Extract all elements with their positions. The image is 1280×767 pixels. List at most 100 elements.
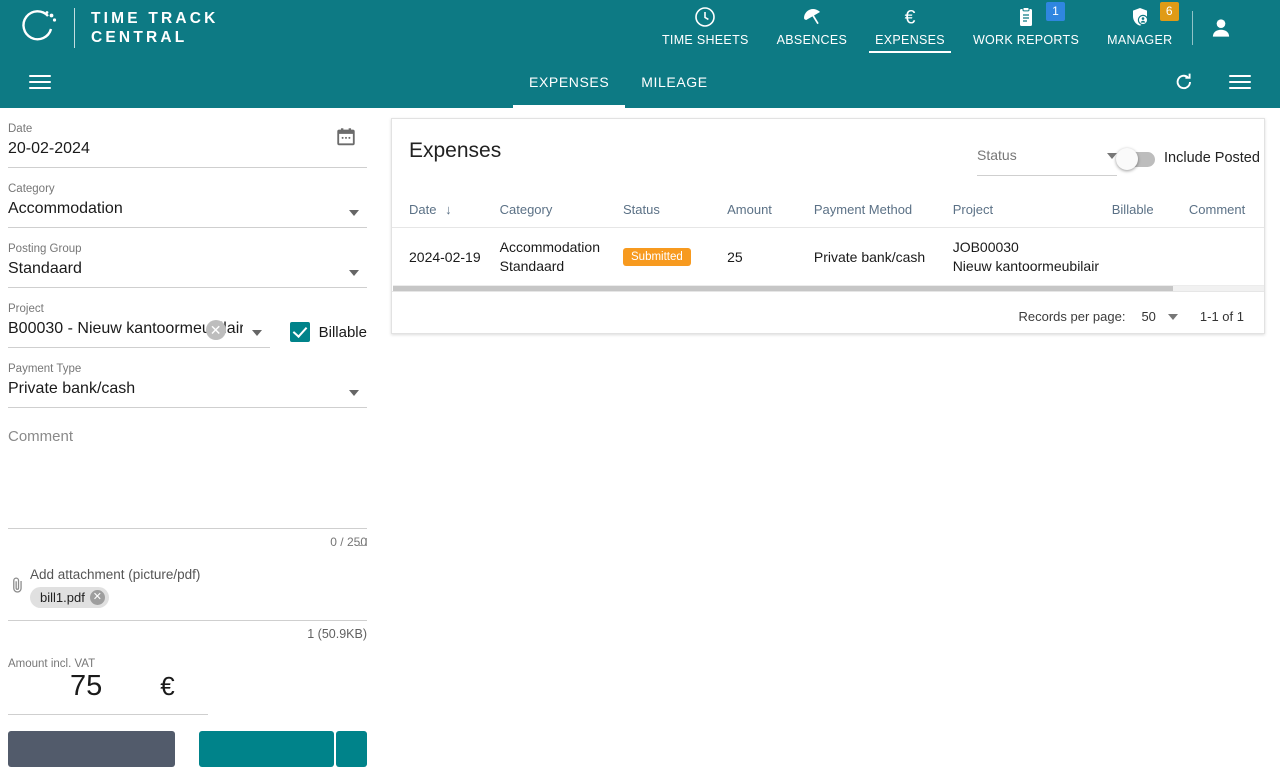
cell-category-line-2: Standaard xyxy=(500,257,623,276)
shield-user-icon xyxy=(1128,4,1152,30)
billable-label: Billable xyxy=(319,324,367,341)
date-value: 20-02-2024 xyxy=(8,136,367,161)
date-underline xyxy=(8,167,367,168)
page-title: Expenses xyxy=(409,139,501,163)
comment-underline xyxy=(8,528,367,529)
attachment-chip[interactable]: bill1.pdf ✕ xyxy=(30,587,109,608)
attachment-body: Add attachment (picture/pdf) bill1.pdf ✕ xyxy=(30,567,367,608)
nav-label-work-reports: WORK REPORTS xyxy=(973,33,1079,47)
date-label: Date xyxy=(8,122,367,136)
attachment-underline xyxy=(8,620,367,621)
person-icon xyxy=(1208,15,1234,41)
chevron-down-icon[interactable] xyxy=(349,390,359,396)
attachment-section: Add attachment (picture/pdf) bill1.pdf ✕ xyxy=(8,567,367,608)
sidebar-toggle-button[interactable] xyxy=(16,56,64,108)
beach-umbrella-icon xyxy=(800,4,824,30)
tab-mileage-label: MILEAGE xyxy=(641,74,707,90)
app-header: TIME TRACK CENTRAL TIME SHEETS ABSENCES … xyxy=(0,0,1280,56)
comment-field[interactable]: Comment 0 / 250 xyxy=(8,428,367,549)
cell-status: Submitted xyxy=(623,247,727,266)
posting-group-label: Posting Group xyxy=(8,242,367,256)
cell-date: 2024-02-19 xyxy=(409,249,500,265)
table-footer: Records per page: 50 1-1 of 1 xyxy=(392,291,1265,334)
amount-underline xyxy=(8,714,208,715)
column-header-category[interactable]: Category xyxy=(500,202,623,217)
category-field[interactable]: Category Accommodation xyxy=(8,182,367,228)
column-header-billable[interactable]: Billable xyxy=(1112,202,1189,217)
remove-circle-icon[interactable]: ✕ xyxy=(90,590,105,605)
posting-group-underline xyxy=(8,287,367,288)
tab-expenses[interactable]: EXPENSES xyxy=(513,56,625,108)
save-button[interactable] xyxy=(199,731,335,767)
paperclip-icon[interactable] xyxy=(8,567,30,608)
nav-label-expenses: EXPENSES xyxy=(875,33,945,47)
table-header-row: Date ↓ Category Status Amount Payment Me… xyxy=(392,191,1265,227)
amount-label: Amount incl. VAT xyxy=(8,658,367,670)
status-filter-underline xyxy=(977,175,1117,176)
circular-arc-dots-logo-icon xyxy=(16,6,60,50)
nav-item-expenses[interactable]: € EXPENSES xyxy=(861,0,959,56)
amount-field[interactable]: Amount incl. VAT 75 € xyxy=(8,658,367,715)
column-label-date: Date xyxy=(409,202,436,217)
table-row[interactable]: 2024-02-19 Accommodation Standaard Submi… xyxy=(392,227,1265,285)
payment-type-value: Private bank/cash xyxy=(8,376,367,401)
project-row: Project B00030 - Nieuw kantoormeubilair … xyxy=(8,302,367,348)
resize-handle[interactable] xyxy=(359,538,367,546)
nav-item-work-reports[interactable]: 1 WORK REPORTS xyxy=(959,0,1093,56)
badge-work-reports: 1 xyxy=(1046,2,1065,21)
attachment-summary: 1 (50.9KB) xyxy=(8,627,367,641)
chevron-down-icon[interactable] xyxy=(349,270,359,276)
column-header-date[interactable]: Date ↓ xyxy=(409,202,500,217)
clear-circle-icon[interactable]: ✕ xyxy=(206,320,226,340)
comment-input[interactable]: Comment xyxy=(8,428,367,528)
cell-project: JOB00030 Nieuw kantoormeubilair xyxy=(953,238,1112,276)
calendar-icon[interactable] xyxy=(335,126,357,153)
nav-item-time-sheets[interactable]: TIME SHEETS xyxy=(648,0,763,56)
payment-type-label: Payment Type xyxy=(8,362,367,376)
column-header-payment-method[interactable]: Payment Method xyxy=(814,202,953,217)
options-menu-button[interactable] xyxy=(1216,56,1264,108)
clipboard-icon xyxy=(1014,4,1038,30)
sort-descending-icon: ↓ xyxy=(445,202,452,217)
add-attachment-label[interactable]: Add attachment (picture/pdf) xyxy=(30,567,367,582)
chevron-down-icon[interactable] xyxy=(1168,314,1178,320)
user-avatar-button[interactable] xyxy=(1199,0,1243,56)
status-filter-placeholder: Status xyxy=(977,147,1117,163)
column-header-amount[interactable]: Amount xyxy=(727,202,814,217)
category-value: Accommodation xyxy=(8,196,367,221)
column-header-project[interactable]: Project xyxy=(953,202,1112,217)
status-filter-select[interactable]: Status xyxy=(977,147,1117,176)
cancel-button[interactable] xyxy=(8,731,175,767)
date-field[interactable]: Date 20-02-2024 xyxy=(8,122,367,168)
column-header-status[interactable]: Status xyxy=(623,202,727,217)
cell-category: Accommodation Standaard xyxy=(500,238,623,276)
more-actions-button[interactable] xyxy=(336,731,367,767)
expenses-card: Expenses Status Include Posted Date ↓ Ca… xyxy=(391,118,1265,334)
nav-item-manager[interactable]: 6 MANAGER xyxy=(1093,0,1186,56)
tab-mileage[interactable]: MILEAGE xyxy=(625,56,723,108)
posting-group-field[interactable]: Posting Group Standaard xyxy=(8,242,367,288)
refresh-button[interactable] xyxy=(1160,56,1208,108)
billable-checkbox[interactable]: Billable xyxy=(290,322,367,342)
comment-counter: 0 / 250 xyxy=(8,535,367,549)
brand-name: TIME TRACK CENTRAL xyxy=(91,9,219,47)
cell-amount: 25 xyxy=(727,249,814,265)
pagination-range: 1-1 of 1 xyxy=(1200,309,1244,324)
project-field[interactable]: Project B00030 - Nieuw kantoormeubilair … xyxy=(8,302,270,348)
nav-divider xyxy=(1192,11,1193,45)
checkbox-checked-icon xyxy=(290,322,310,342)
status-badge: Submitted xyxy=(623,248,691,266)
brand-logo: TIME TRACK CENTRAL xyxy=(0,6,219,50)
nav-item-absences[interactable]: ABSENCES xyxy=(763,0,861,56)
chevron-down-icon[interactable] xyxy=(252,330,262,336)
payment-type-field[interactable]: Payment Type Private bank/cash xyxy=(8,362,367,408)
amount-value: 75 xyxy=(70,670,102,703)
records-per-page-value[interactable]: 50 xyxy=(1141,309,1155,324)
toggle-knob xyxy=(1116,148,1138,170)
form-actions xyxy=(8,731,367,767)
section-tabs: EXPENSES MILEAGE xyxy=(513,56,724,108)
include-posted-toggle[interactable] xyxy=(1119,152,1155,167)
column-header-comment[interactable]: Comment xyxy=(1189,202,1265,217)
hamburger-icon xyxy=(29,71,51,93)
chevron-down-icon[interactable] xyxy=(349,210,359,216)
